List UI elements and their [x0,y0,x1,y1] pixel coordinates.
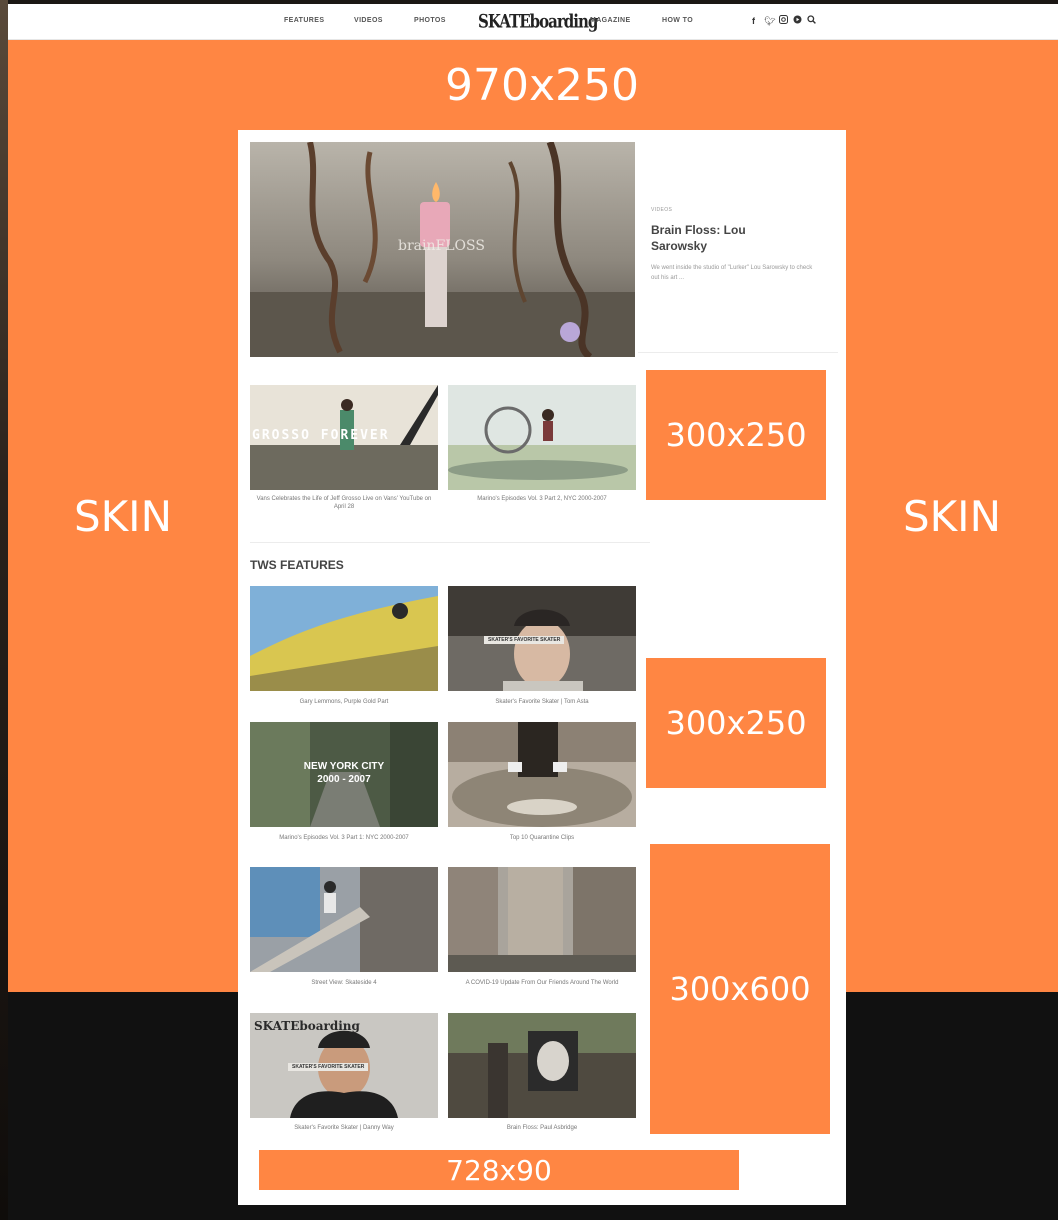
video-overlay-text: GROSSO FOREVER [252,428,390,443]
search-icon[interactable] [807,15,816,26]
feature-thumbnail[interactable]: NEW YORK CITY 2000 - 2007 [250,722,438,827]
leaderboard-ad-728x90[interactable]: 728x90 [259,1150,739,1190]
hero-video-thumbnail[interactable]: brainFLOSS [250,142,635,357]
ad-size-label: 300x250 [665,416,807,454]
leaderboard-ad-970[interactable]: 970x250 [238,40,846,130]
feature-caption[interactable]: Marino's Episodes Vol. 3 Part 1: NYC 200… [250,834,438,842]
skin-ad-left[interactable]: SKIN [8,40,238,992]
feature-caption[interactable]: A COVID-19 Update From Our Friends Aroun… [448,979,636,987]
divider [638,352,838,353]
feature-caption[interactable]: Skater's Favorite Skater | Tom Asta [448,698,636,706]
skin-ad-right[interactable]: SKIN [846,40,1058,992]
video-caption[interactable]: Vans Celebrates the Life of Jeff Grosso … [250,495,438,511]
video-thumbnail[interactable]: GROSSO FOREVER [250,385,438,490]
hero-overlay-title: brainFLOSS [398,238,485,254]
feature-logo-text: SKATEboarding [254,1019,360,1033]
feature-caption[interactable]: Top 10 Quarantine Clips [448,834,636,842]
feature-overlay-text: SKATER'S FAVORITE SKATER [288,1063,369,1071]
feature-caption[interactable]: Gary Lemmons, Purple Gold Part [250,698,438,706]
feature-thumbnail[interactable]: SKATER'S FAVORITE SKATER [448,586,636,691]
top-navbar: FEATURES VIDEOS PHOTOS SKATEboarding MAG… [8,4,1058,40]
feature-caption[interactable]: Brain Floss: Paul Asbridge [448,1124,636,1132]
facebook-icon[interactable]: f [752,16,755,26]
feature-thumbnail[interactable] [250,867,438,972]
feature-thumbnail[interactable] [448,1013,636,1118]
divider [250,542,650,543]
ad-size-label: SKIN [902,491,1001,541]
nav-item-features[interactable]: FEATURES [284,17,324,24]
section-title: TWS FEATURES [250,558,344,572]
instagram-icon[interactable] [779,15,788,26]
ad-size-label: 970x250 [444,59,639,111]
feature-caption[interactable]: Street View: Skateside 4 [250,979,438,987]
hero-description: We went inside the studio of "Lurker" Lo… [651,265,813,281]
twitter-icon[interactable]: 🐦︎ [764,16,775,27]
feature-thumbnail[interactable]: SKATEboarding SKATER'S FAVORITE SKATER [250,1013,438,1118]
ad-size-label: 728x90 [446,1153,552,1187]
feature-thumbnail[interactable] [448,722,636,827]
feature-thumbnail[interactable] [250,586,438,691]
nav-item-magazine[interactable]: MAGAZINE [590,17,631,24]
footer-divider [238,1205,846,1220]
background-edge [0,0,8,1220]
video-thumbnail[interactable] [448,385,636,490]
feature-overlay-text: SKATER'S FAVORITE SKATER [484,636,565,644]
ad-size-label: SKIN [73,491,172,541]
nav-item-how-to[interactable]: HOW TO [662,17,693,24]
hero-title[interactable]: Brain Floss: Lou Sarowsky [651,222,771,254]
half-page-ad-300x600[interactable]: 300x600 [650,844,830,1134]
nav-item-videos[interactable]: VIDEOS [354,17,383,24]
ad-size-label: 300x250 [665,704,807,742]
feature-caption[interactable]: Skater's Favorite Skater | Danny Way [250,1124,438,1132]
rectangle-ad-300x250[interactable]: 300x250 [646,370,826,500]
feature-thumbnail[interactable] [448,867,636,972]
ad-size-label: 300x600 [669,970,811,1008]
rectangle-ad-300x250[interactable]: 300x250 [646,658,826,788]
site-logo[interactable]: SKATEboarding [478,10,598,33]
feature-overlay-text: NEW YORK CITY 2000 - 2007 [303,761,385,785]
hero-tag[interactable]: VIDEOS [651,207,672,213]
youtube-icon[interactable] [793,15,802,26]
video-caption[interactable]: Marino's Episodes Vol. 3 Part 2, NYC 200… [448,495,636,503]
nav-item-photos[interactable]: PHOTOS [414,17,446,24]
